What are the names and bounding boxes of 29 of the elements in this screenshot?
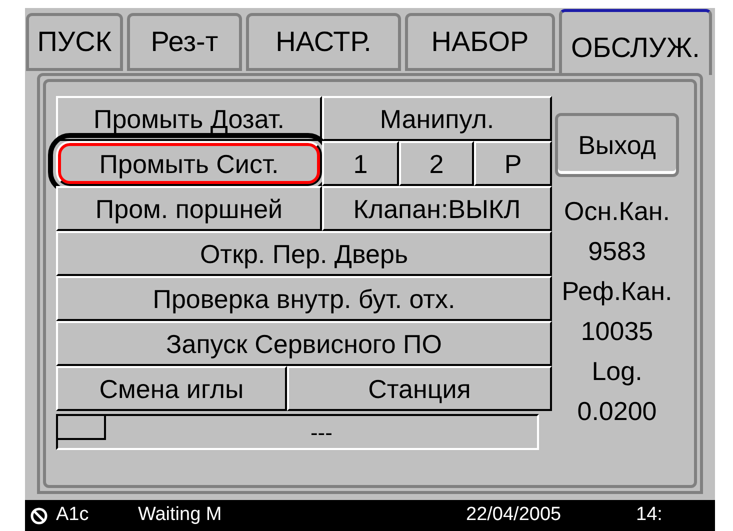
progress-text: ---	[309, 419, 334, 447]
exit-button[interactable]: Выход	[555, 113, 679, 177]
tab[interactable]: НАБОР	[405, 13, 555, 71]
menu-button[interactable]: Станция	[287, 366, 552, 411]
menu-button[interactable]: Пром. поршней	[56, 186, 322, 231]
reading-text: Log.	[592, 355, 642, 388]
menu-button[interactable]: Смена иглы	[56, 366, 287, 411]
reading-text: 0.0200	[577, 395, 657, 428]
menu-button[interactable]: Манипул.	[322, 96, 552, 141]
menu-button[interactable]: Откр. Пер. Дверь	[56, 231, 552, 276]
menu-button[interactable]: Клапан:ВЫКЛ	[322, 186, 552, 231]
no-entry-icon	[30, 506, 48, 524]
menu-button[interactable]: Проверка внутр. бут. отх.	[56, 276, 552, 321]
menu-button[interactable]: P	[474, 141, 552, 186]
tab[interactable]: ОБСЛУЖ.	[559, 9, 712, 75]
reading-text: Реф.Кан.	[562, 275, 672, 308]
tab[interactable]: Рез-т	[127, 13, 242, 71]
menu-button[interactable]: Запуск Сервисного ПО	[56, 321, 552, 366]
reading-text: 9583	[588, 235, 646, 268]
device-label: A1c	[56, 503, 90, 528]
status-message: Waiting M	[138, 503, 223, 528]
reading-text: 10035	[580, 315, 654, 348]
tab[interactable]: НАСТР.	[246, 13, 401, 71]
tab[interactable]: ПУСК	[26, 13, 123, 71]
menu-button[interactable]: 1	[322, 141, 399, 186]
status-time: 14:	[636, 503, 662, 528]
menu-button[interactable]: 2	[399, 141, 474, 186]
reading-text: Осн.Кан.	[564, 195, 670, 228]
status-date: 22/04/2005	[466, 503, 562, 528]
